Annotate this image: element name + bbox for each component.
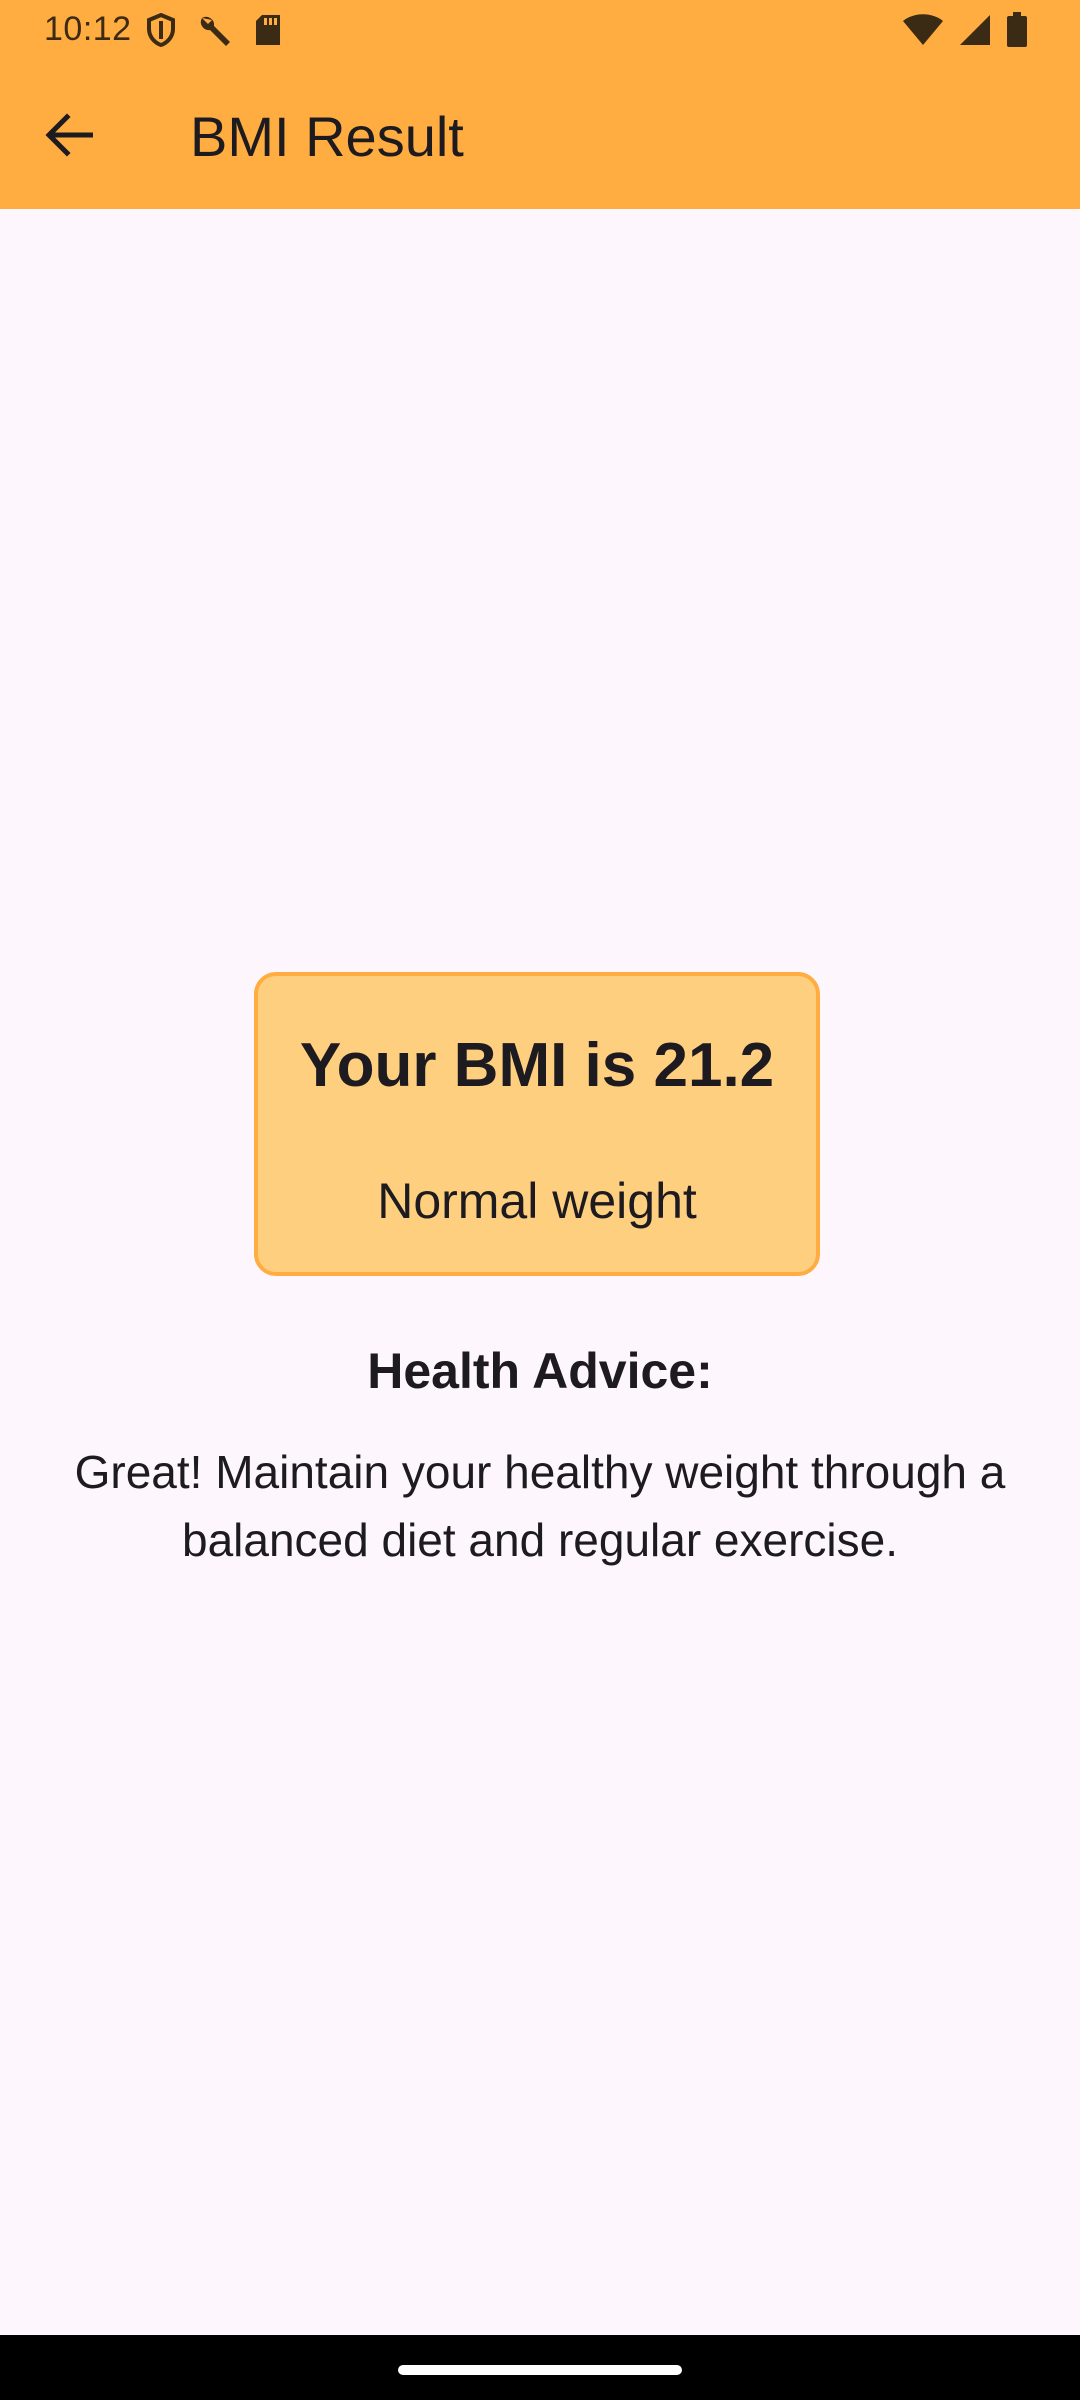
status-bar: 10:12	[0, 0, 1080, 62]
back-button[interactable]	[34, 102, 104, 172]
status-icons-right	[902, 12, 1028, 53]
battery-icon	[1006, 12, 1028, 53]
bmi-result-screen: 10:12 BMI Result Your BMI is 21.2 Normal…	[0, 0, 1080, 2400]
arrow-back-icon	[45, 112, 94, 162]
wrench-icon	[196, 12, 234, 53]
wifi-icon	[902, 13, 944, 52]
health-advice-text: Great! Maintain your healthy weight thro…	[74, 1446, 1006, 1566]
home-gesture-handle[interactable]	[398, 2365, 682, 2375]
sd-card-icon	[254, 13, 282, 52]
cell-signal-icon	[958, 13, 992, 52]
bmi-result-card: Your BMI is 21.2 Normal weight	[254, 972, 820, 1276]
navigation-bar	[0, 2335, 1080, 2400]
page-title: BMI Result	[190, 105, 464, 168]
status-time: 10:12	[44, 10, 132, 48]
status-icons-left	[146, 12, 282, 53]
bmi-category-text: Normal weight	[377, 1173, 697, 1229]
bmi-value-text: Your BMI is 21.2	[299, 1031, 775, 1100]
shield-icon	[146, 12, 176, 52]
health-advice-title: Health Advice:	[367, 1343, 713, 1399]
app-bar: BMI Result	[0, 62, 1080, 209]
